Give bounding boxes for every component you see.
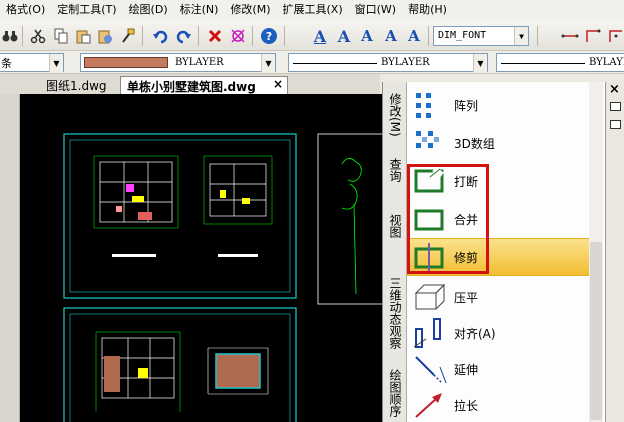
color-select[interactable]: BYLAYER ▼ bbox=[80, 53, 276, 72]
palette-item-break[interactable]: 打断 bbox=[407, 162, 587, 200]
help-icon[interactable]: ? bbox=[259, 26, 279, 46]
cut-icon[interactable] bbox=[28, 26, 48, 46]
dimension-linear-icon[interactable] bbox=[560, 26, 580, 46]
redo-icon[interactable] bbox=[174, 26, 194, 46]
paste-special-icon[interactable] bbox=[95, 26, 115, 46]
palette-item-label: 阵列 bbox=[454, 98, 479, 113]
properties-toolbar: 条 ▼ BYLAYER ▼ BYLAYER ▼ BYLAYER bbox=[0, 51, 624, 74]
lineweight-select[interactable]: BYLAYER bbox=[496, 53, 624, 72]
zol-watermark-sub: 中关村在线 bbox=[481, 391, 526, 400]
multiline-text-icon[interactable]: A bbox=[310, 26, 330, 46]
palette-item-trim[interactable]: 修剪 bbox=[407, 238, 589, 276]
undo-icon[interactable] bbox=[150, 26, 170, 46]
menu-draw[interactable]: 绘图(D) bbox=[123, 0, 174, 20]
menu-extend-tools[interactable]: 扩展工具(X) bbox=[277, 0, 349, 20]
array-icon bbox=[412, 89, 448, 121]
drawing-content bbox=[63, 133, 382, 422]
menu-window[interactable]: 窗口(W) bbox=[349, 0, 402, 20]
palette-scroll-thumb[interactable] bbox=[590, 242, 602, 420]
menu-bar: 格式(O) 定制工具(T) 绘图(D) 标注(N) 修改(M) 扩展工具(X) … bbox=[0, 0, 624, 20]
palette-item-label: 合并 bbox=[454, 212, 479, 227]
align-icon bbox=[412, 317, 448, 349]
palette-item-3d-array[interactable]: 3D数组 bbox=[407, 124, 587, 162]
erase-icon[interactable] bbox=[205, 26, 225, 46]
standard-toolbar: ? A A A A A bbox=[0, 20, 624, 51]
palette-item-align[interactable]: 对齐(A) bbox=[407, 314, 587, 352]
linetype-sample bbox=[293, 63, 377, 64]
palette-item-label: 延伸 bbox=[454, 362, 479, 377]
zol-watermark: ZOL bbox=[479, 366, 527, 390]
cad-window: 格式(O) 定制工具(T) 绘图(D) 标注(N) 修改(M) 扩展工具(X) … bbox=[0, 0, 624, 422]
chevron-down-icon[interactable]: ▼ bbox=[514, 27, 528, 45]
palette-item-join[interactable]: 合并 bbox=[407, 200, 587, 238]
palette-close-icon[interactable]: × bbox=[609, 82, 620, 97]
vtab-view[interactable]: 视图 bbox=[385, 206, 405, 246]
lineweight-sample bbox=[501, 63, 585, 64]
left-ruler bbox=[0, 94, 20, 422]
drawing-canvas[interactable] bbox=[20, 94, 382, 422]
linetype-value: BYLAYER bbox=[381, 57, 430, 68]
palette-autohide-icon[interactable] bbox=[610, 102, 621, 111]
scale-text-icon[interactable]: A bbox=[404, 26, 424, 46]
purge-icon[interactable] bbox=[228, 26, 248, 46]
lineweight-value: BYLAYER bbox=[589, 57, 624, 68]
chevron-down-icon[interactable]: ▼ bbox=[261, 54, 275, 72]
dimension-ordinate-icon[interactable] bbox=[606, 26, 624, 46]
palette-item-label: 压平 bbox=[454, 290, 479, 305]
text-style-select[interactable]: DIM_FONT ▼ bbox=[433, 26, 529, 46]
document-tabs: 图纸1.dwg 单栋小别墅建筑图.dwg × bbox=[0, 74, 380, 94]
palette-item-label: 打断 bbox=[454, 174, 479, 189]
layer-value: 条 bbox=[1, 57, 12, 70]
dimension-aligned-icon[interactable] bbox=[584, 26, 604, 46]
tab-drawing1[interactable]: 图纸1.dwg bbox=[40, 76, 122, 94]
tab-villa-drawing[interactable]: 单栋小别墅建筑图.dwg × bbox=[120, 76, 288, 94]
edit-text-icon[interactable]: A bbox=[357, 26, 377, 46]
lengthen-icon bbox=[412, 389, 448, 421]
extend-icon bbox=[412, 353, 448, 385]
palette-item-array[interactable]: 阵列 bbox=[407, 86, 587, 124]
menu-modify[interactable]: 修改(M) bbox=[224, 0, 276, 20]
chevron-down-icon[interactable]: ▼ bbox=[473, 54, 487, 72]
palette-item-label: 对齐(A) bbox=[454, 326, 496, 341]
linetype-select[interactable]: BYLAYER ▼ bbox=[288, 53, 488, 72]
color-swatch bbox=[84, 57, 168, 68]
chevron-down-icon[interactable]: ▼ bbox=[49, 54, 63, 72]
menu-help[interactable]: 帮助(H) bbox=[402, 0, 453, 20]
palette-vertical-tabs: 修改(M) 查询 视图 三维动态观察 绘图顺序 bbox=[383, 82, 407, 422]
palette-item-label: 3D数组 bbox=[454, 136, 495, 151]
palette-side-controls: × bbox=[605, 82, 624, 422]
3d-array-icon bbox=[412, 127, 448, 159]
layer-select[interactable]: 条 ▼ bbox=[0, 53, 64, 72]
vtab-draw-order[interactable]: 绘图顺序 bbox=[385, 364, 405, 422]
break-icon bbox=[412, 165, 448, 197]
palette-item-label: 拉长 bbox=[454, 398, 479, 413]
paste-icon[interactable] bbox=[73, 26, 93, 46]
text-style-value: DIM_FONT bbox=[438, 30, 487, 41]
palette-item-label: 修剪 bbox=[454, 250, 479, 265]
svg-text:?: ? bbox=[266, 30, 272, 43]
trim-icon bbox=[412, 241, 448, 273]
flatten-icon bbox=[412, 281, 448, 313]
single-text-icon[interactable]: A bbox=[334, 26, 354, 46]
match-properties-icon[interactable] bbox=[118, 26, 138, 46]
find-text-icon[interactable]: A bbox=[381, 26, 401, 46]
vtab-modify[interactable]: 修改(M) bbox=[385, 90, 405, 140]
tab-close-icon[interactable]: × bbox=[273, 77, 283, 91]
join-icon bbox=[412, 203, 448, 235]
copy-icon[interactable] bbox=[51, 26, 71, 46]
vtab-query[interactable]: 查询 bbox=[385, 150, 405, 190]
menu-dimension[interactable]: 标注(N) bbox=[174, 0, 225, 20]
menu-custom-tools[interactable]: 定制工具(T) bbox=[51, 0, 122, 20]
tab-label: 图纸1.dwg bbox=[46, 79, 107, 93]
color-value: BYLAYER bbox=[175, 57, 224, 68]
palette-item-flatten[interactable]: 压平 bbox=[407, 278, 587, 316]
tab-label: 单栋小别墅建筑图.dwg bbox=[127, 80, 256, 94]
palette-properties-icon[interactable] bbox=[610, 120, 621, 129]
binoculars-icon[interactable] bbox=[0, 26, 20, 46]
menu-format[interactable]: 格式(O) bbox=[0, 0, 51, 20]
vtab-3d-orbit[interactable]: 三维动态观察 bbox=[385, 268, 405, 358]
